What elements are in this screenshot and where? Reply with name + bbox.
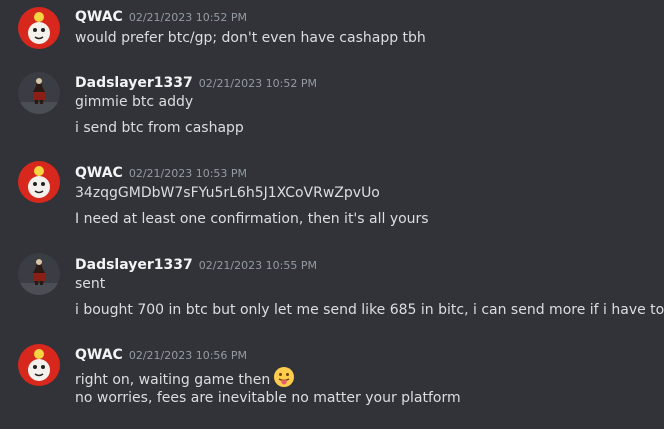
message-text: would prefer btc/gp; don't even have cas… [75,30,426,46]
message-text: I need at least one confirmation, then i… [75,211,429,227]
message-header: QWAC 02/21/2023 10:56 PM [75,344,247,364]
qwac-avatar-icon[interactable] [18,7,60,49]
username[interactable]: Dadslayer1337 [75,75,193,91]
timestamp: 02/21/2023 10:52 PM [198,77,317,90]
message-header: QWAC 02/21/2023 10:52 PM [75,6,247,26]
username[interactable]: QWAC [75,165,123,181]
username[interactable]: QWAC [75,9,123,25]
message-header: Dadslayer1337 02/21/2023 10:52 PM [75,72,317,92]
message-text: gimmie btc addy [75,94,194,110]
qwac-avatar-icon[interactable] [18,161,60,203]
message-text: sent [75,276,106,292]
timestamp: 02/21/2023 10:56 PM [128,349,248,362]
message-header: Dadslayer1337 02/21/2023 10:55 PM [75,254,317,274]
dadslayer-avatar-icon[interactable] [18,253,60,295]
message-text: no worries, fees are inevitable no matte… [75,390,461,406]
message-list: QWAC 02/21/2023 10:52 PM would prefer btc… [0,0,664,429]
timestamp: 02/21/2023 10:53 PM [128,167,248,180]
message-text: 34zqgGMDbW7sFYu5rL6h5J1XCoVRwZpvUo [75,185,380,201]
message-text: i send btc from cashapp [75,120,244,136]
timestamp: 02/21/2023 10:55 PM [198,259,317,272]
username[interactable]: Dadslayer1337 [75,257,193,273]
qwac-avatar-icon[interactable] [18,344,60,386]
timestamp: 02/21/2023 10:52 PM [128,11,248,24]
message-text-row: right on, waiting game then [75,366,295,388]
dadslayer-avatar-icon[interactable] [18,72,60,114]
message-text: right on, waiting game then [75,372,271,388]
message-header: QWAC 02/21/2023 10:53 PM [75,162,247,182]
username[interactable]: QWAC [75,347,123,363]
message-text: i bought 700 in btc but only let me send… [75,302,664,318]
